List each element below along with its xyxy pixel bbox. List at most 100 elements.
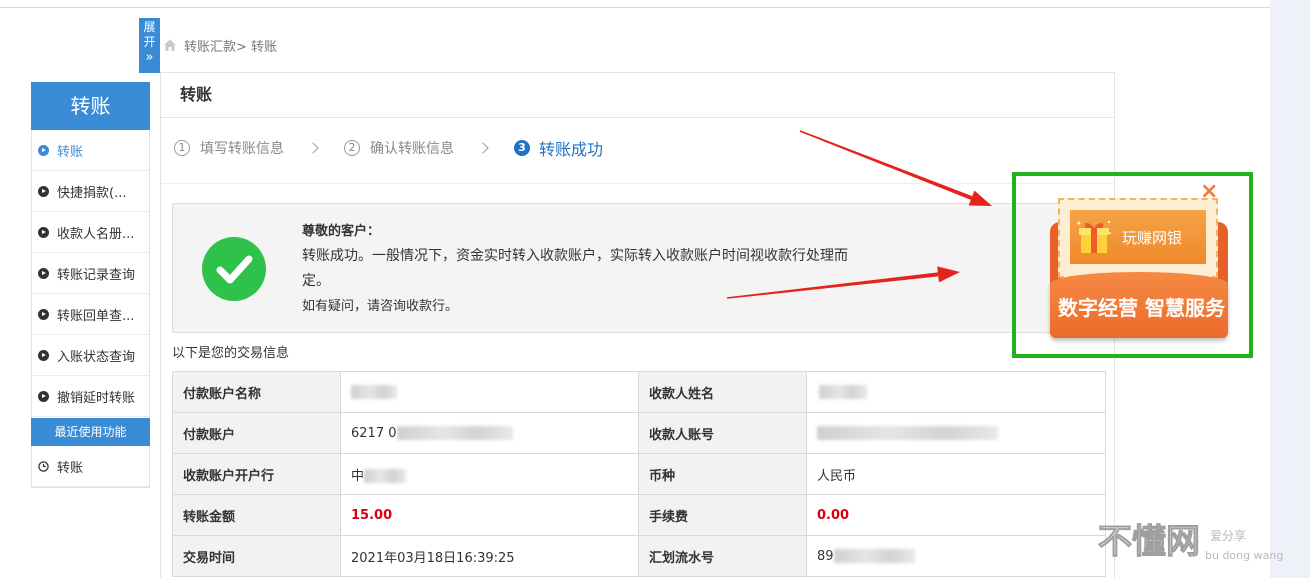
masked-value (833, 549, 915, 563)
step-label: 确认转账信息 (370, 141, 454, 157)
panel-title: 转账 (161, 73, 1114, 118)
sidebar-item-quick-donation[interactable]: 快捷捐款(... (32, 171, 149, 212)
masked-value (817, 426, 998, 440)
step-label: 填写转账信息 (200, 141, 284, 157)
masked-value (364, 469, 407, 483)
field-value: 2021年03月18日16:39:25 (340, 535, 639, 577)
field-value (340, 371, 639, 413)
chevron-right-icon (307, 142, 319, 154)
double-chevron-icon: » (145, 50, 154, 65)
field-label: 币种 (638, 453, 807, 495)
watermark-tagline: 爱分享 (1210, 529, 1247, 543)
field-value: 中 (340, 453, 639, 495)
recent-item-label: 转账 (57, 460, 84, 476)
top-divider (0, 7, 1270, 8)
circle-play-icon (38, 349, 49, 361)
sidebar-item-label: 撤销延时转账 (57, 390, 136, 406)
circle-play-icon (38, 226, 49, 238)
field-label: 付款账户 (172, 412, 341, 454)
result-text: 尊敬的客户： 转账成功。一般情况下，资金实时转入收款账户，实际转入收款账户时间视… (302, 219, 850, 319)
ad-badge-text: 玩赚网银 (1122, 228, 1183, 247)
field-label: 转账金额 (172, 494, 341, 536)
ad-card: 玩赚网银 (1058, 198, 1218, 278)
table-row: 转账金额 15.00 手续费 0.00 (172, 494, 1106, 536)
clock-icon (38, 460, 49, 472)
field-label: 收款账户开户行 (172, 453, 341, 495)
sidebar-item-transfer[interactable]: 转账 (32, 130, 149, 171)
result-greeting: 尊敬的客户： (302, 224, 381, 239)
sidebar: 转账 转账 快捷捐款(... 收款人名册... 转账记录查询 转账回单查... … (31, 82, 150, 488)
field-value-text: 89 (817, 548, 834, 564)
field-label: 交易时间 (172, 535, 341, 577)
table-row: 收款账户开户行 中 币种 人民币 (172, 453, 1106, 495)
sidebar-item-label: 入账状态查询 (57, 349, 136, 365)
masked-value (819, 385, 867, 399)
step-label: 转账成功 (539, 140, 604, 159)
step-success: 3 转账成功 (514, 136, 603, 160)
promo-ad[interactable]: 玩赚网银 数字经营 智慧服务 × (1050, 181, 1230, 341)
transfer-panel: 转账 1 填写转账信息 2 确认转账信息 3 转账成功 尊敬的客户： 转账成功。… (160, 72, 1115, 578)
breadcrumb: 转账汇款> 转账 (163, 36, 277, 55)
breadcrumb-path[interactable]: 转账汇款> 转账 (184, 36, 277, 55)
sidebar-item-label: 转账 (57, 144, 84, 160)
sidebar-title: 转账 (31, 82, 150, 130)
field-label: 手续费 (638, 494, 807, 536)
right-scroll-gutter (1270, 0, 1310, 578)
recent-item-transfer[interactable]: 转账 (32, 446, 149, 487)
table-row: 交易时间 2021年03月18日16:39:25 汇划流水号 89 (172, 535, 1106, 577)
step-number: 1 (174, 140, 190, 156)
field-value (806, 371, 1106, 413)
sidebar-item-label: 收款人名册... (57, 226, 135, 242)
circle-play-icon (38, 144, 49, 156)
step-confirm-info: 2 确认转账信息 (344, 138, 454, 158)
success-check-icon (202, 237, 266, 301)
circle-play-icon (38, 185, 49, 197)
watermark-logo: 不懂网 (1098, 522, 1201, 563)
field-value-text: 6217 0 (351, 425, 397, 441)
transfer-amount-value: 15.00 (340, 494, 639, 536)
sidebar-item-transfer-history[interactable]: 转账记录查询 (32, 253, 149, 294)
field-value: 89 (806, 535, 1106, 577)
progress-steps: 1 填写转账信息 2 确认转账信息 3 转账成功 (161, 118, 1114, 184)
field-label: 收款人姓名 (638, 371, 807, 413)
sidebar-item-cancel-delayed[interactable]: 撤销延时转账 (32, 376, 149, 417)
transaction-table: 付款账户名称 收款人姓名 付款账户 6217 0 收款人账号 收款账户开户行 中… (172, 371, 1106, 577)
fee-value: 0.00 (806, 494, 1106, 536)
gift-icon (1077, 220, 1111, 253)
step-number: 3 (514, 140, 530, 156)
sidebar-item-credit-status[interactable]: 入账状态查询 (32, 335, 149, 376)
sidebar-item-label: 转账记录查询 (57, 267, 136, 283)
field-label: 汇划流水号 (638, 535, 807, 577)
table-row: 付款账户 6217 0 收款人账号 (172, 412, 1106, 454)
circle-play-icon (38, 267, 49, 279)
sidebar-item-receipt-query[interactable]: 转账回单查... (32, 294, 149, 335)
circle-play-icon (38, 390, 49, 402)
field-value: 人民币 (806, 453, 1106, 495)
circle-play-icon (38, 308, 49, 320)
field-label: 收款人账号 (638, 412, 807, 454)
field-value: 6217 0 (340, 412, 639, 454)
result-message: 转账成功。一般情况下，资金实时转入收款账户，实际转入收款账户时间视收款行处理而定… (302, 248, 848, 289)
home-icon[interactable] (163, 38, 177, 52)
sidebar-item-label: 转账回单查... (57, 308, 135, 324)
watermark-pinyin: bu dong wang (1205, 549, 1284, 562)
sidebar-item-payee-list[interactable]: 收款人名册... (32, 212, 149, 253)
close-icon[interactable]: × (1200, 181, 1218, 203)
result-message-box: 尊敬的客户： 转账成功。一般情况下，资金实时转入收款账户，实际转入收款账户时间视… (172, 203, 1105, 333)
masked-value (351, 385, 397, 399)
recent-functions-header: 最近使用功能 (31, 418, 150, 446)
expand-tab-label: 展开 (143, 20, 156, 49)
step-fill-info: 1 填写转账信息 (174, 138, 284, 158)
field-label: 付款账户名称 (172, 371, 341, 413)
step-number: 2 (344, 140, 360, 156)
chevron-right-icon (477, 142, 489, 154)
ad-slogan: 数字经营 智慧服务 (1050, 272, 1228, 338)
result-note: 如有疑问，请咨询收款行。 (302, 299, 459, 314)
ad-card-band: 玩赚网银 (1070, 210, 1206, 264)
expand-sidebar-tab[interactable]: 展开 » (139, 18, 160, 73)
sidebar-item-label: 快捷捐款(... (57, 185, 127, 201)
table-row: 付款账户名称 收款人姓名 (172, 371, 1106, 413)
masked-value (396, 426, 513, 440)
field-value (806, 412, 1106, 454)
transaction-caption: 以下是您的交易信息 (172, 346, 290, 361)
